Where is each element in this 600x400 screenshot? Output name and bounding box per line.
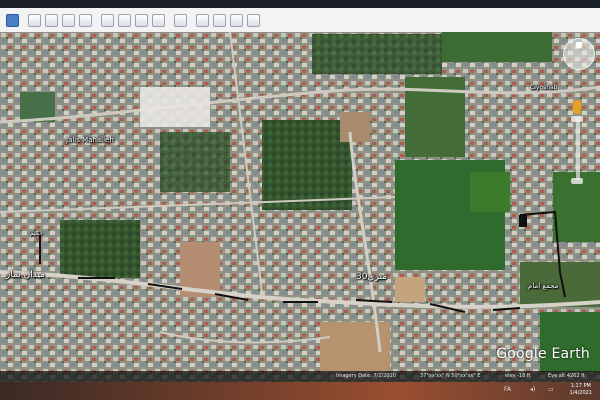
sidebar-toggle-button[interactable] bbox=[6, 13, 19, 27]
add-path-button[interactable] bbox=[62, 13, 75, 27]
street-label-vertical: حکیم bbox=[30, 230, 43, 237]
save-image-button[interactable] bbox=[230, 13, 243, 27]
taskbar: FA ◂) ▭ 1:17 PM 1/4/2021 bbox=[0, 382, 600, 400]
zoom-out-button[interactable] bbox=[571, 178, 583, 184]
ruler-button[interactable] bbox=[174, 13, 187, 27]
pegman-icon[interactable] bbox=[573, 100, 581, 114]
volume-icon[interactable]: ◂) bbox=[530, 386, 535, 393]
elevation-readout: elev -18 ft bbox=[505, 373, 531, 379]
road-label-left: میدان نماز bbox=[6, 270, 46, 280]
window-title-strip bbox=[0, 0, 600, 8]
toolbar bbox=[0, 8, 600, 33]
network-icon[interactable]: ▭ bbox=[548, 386, 554, 393]
eye-alt-readout: Eye alt 4262 ft bbox=[548, 373, 585, 379]
clock-date: 1/4/2021 bbox=[569, 390, 592, 396]
zoom-slider[interactable] bbox=[576, 120, 580, 180]
look-control[interactable] bbox=[563, 38, 595, 70]
place-label-ciyoshab: Ciyoshab bbox=[530, 84, 558, 91]
coordinates-readout: 37°xx'xx" N 50°xx'xx" E bbox=[420, 373, 481, 379]
road-label-right: مجمع امام bbox=[528, 282, 559, 290]
zoom-in-button[interactable] bbox=[571, 116, 583, 122]
satellite-imagery bbox=[0, 32, 600, 382]
historical-imagery-button[interactable] bbox=[118, 13, 131, 27]
language-indicator[interactable]: FA bbox=[504, 386, 511, 393]
map-viewport[interactable]: Ciyoshab Jalis Mahalleh میدان نماز 30متر… bbox=[0, 32, 600, 382]
add-polygon-button[interactable] bbox=[45, 13, 58, 27]
status-bar: Imagery Date: 7/2/2020 37°xx'xx" N 50°xx… bbox=[0, 371, 600, 382]
add-placemark-button[interactable] bbox=[28, 13, 41, 27]
clock[interactable]: 1:17 PM 1/4/2021 bbox=[570, 383, 592, 397]
email-button[interactable] bbox=[196, 13, 209, 27]
compass-n-icon bbox=[576, 42, 582, 48]
google-earth-logo: Google Earth bbox=[496, 346, 590, 362]
print-button[interactable] bbox=[213, 13, 226, 27]
record-tour-button[interactable] bbox=[101, 13, 114, 27]
google-maps-button[interactable] bbox=[247, 13, 260, 27]
place-label-jalis-mahalleh: Jalis Mahalleh bbox=[66, 136, 114, 144]
clock-time: 1:17 PM bbox=[570, 383, 591, 389]
sunlight-button[interactable] bbox=[135, 13, 148, 27]
imagery-date: Imagery Date: 7/2/2020 bbox=[336, 373, 396, 379]
add-image-overlay-button[interactable] bbox=[79, 13, 92, 27]
switch-sky-button[interactable] bbox=[152, 13, 165, 27]
road-label-center: 30متری bbox=[356, 272, 387, 282]
